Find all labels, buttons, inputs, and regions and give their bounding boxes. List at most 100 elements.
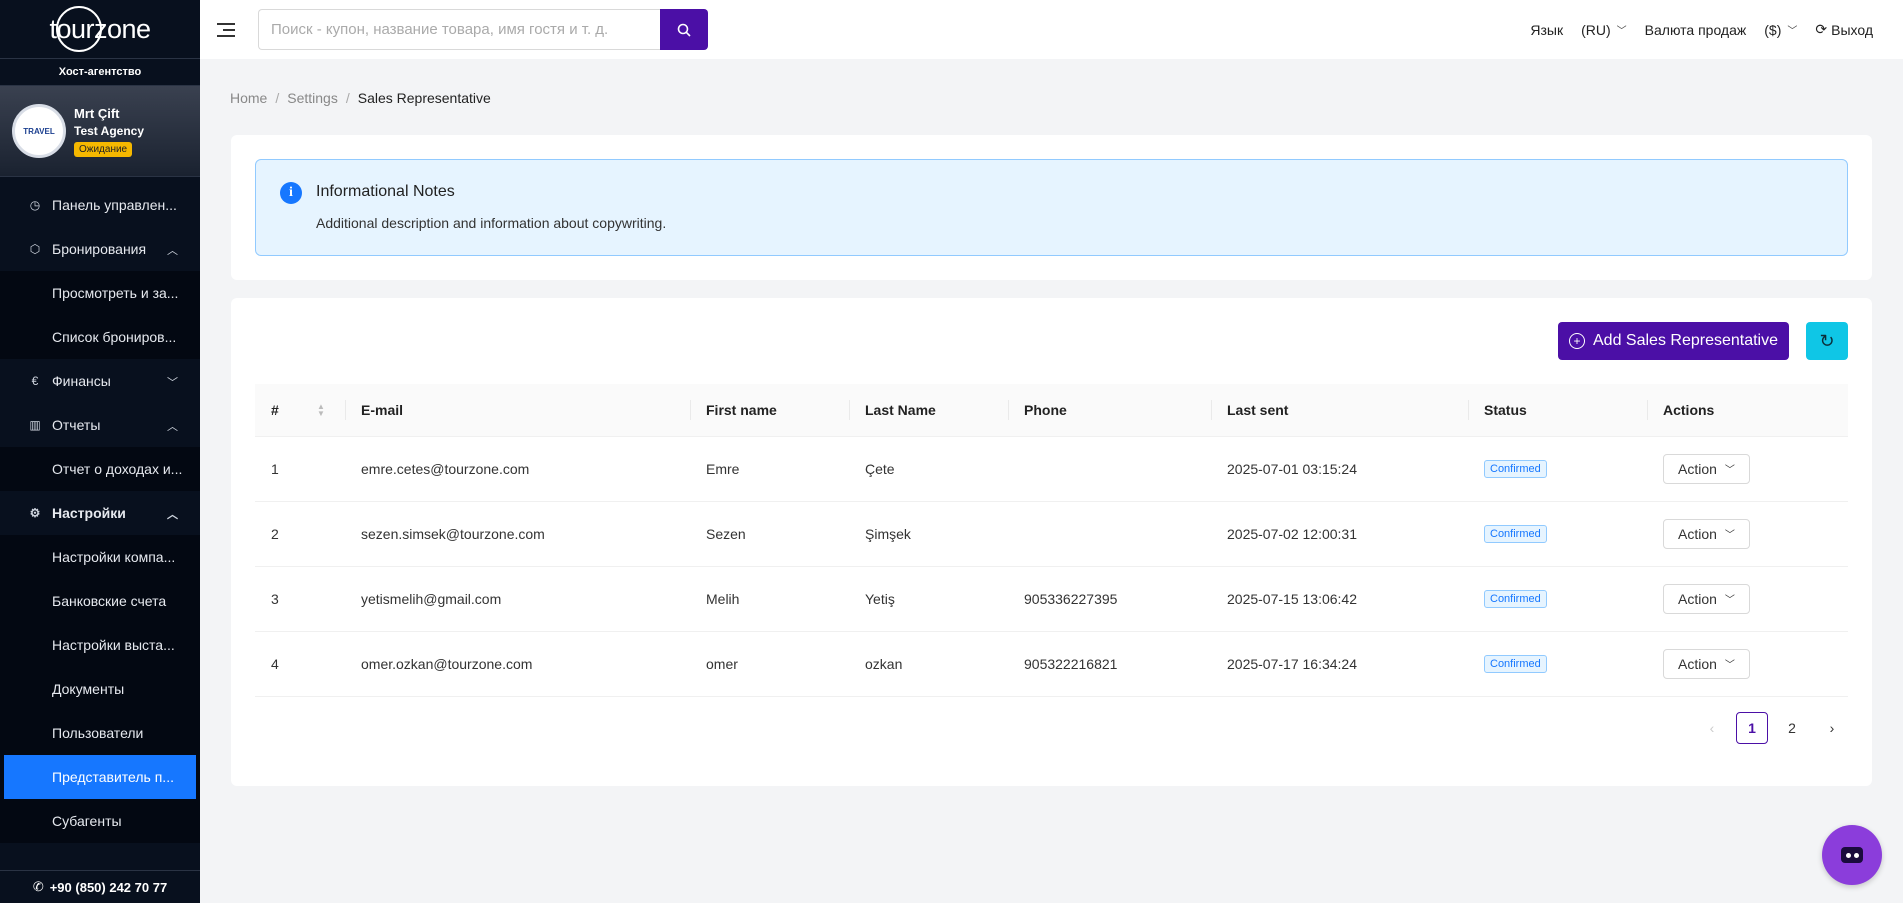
sidebar-item-finance[interactable]: € Финансы ﹀ [0, 359, 200, 403]
sidebar-item-settings[interactable]: ⚙ Настройки ︿ [0, 491, 200, 535]
cell-last-name: Yetiş [849, 566, 1008, 632]
sales-representatives-card: + Add Sales Representative ↻ # ▲ ▼ E-mail … [231, 298, 1872, 786]
cell-email: yetismelih@gmail.com [345, 566, 690, 632]
sidebar-item-settings-company[interactable]: Настройки компа... [0, 535, 200, 579]
breadcrumb-home[interactable]: Home [230, 90, 267, 106]
pagination-next[interactable]: › [1816, 712, 1848, 744]
pagination-page-2[interactable]: 2 [1776, 712, 1808, 744]
cell-last-sent: 2025-07-02 12:00:31 [1211, 501, 1468, 567]
profile-card[interactable]: TRAVEL Mrt Çift Test Agency Ожидание [0, 86, 200, 177]
action-dropdown-button[interactable]: Action ﹀ [1663, 648, 1750, 679]
pagination: ‹ 1 2 › [1696, 712, 1848, 744]
cell-actions: Action ﹀ [1647, 631, 1848, 697]
currency-label: Валюта продаж [1644, 21, 1747, 38]
sidebar-item-sales-representative[interactable]: Представитель п... [4, 755, 196, 799]
avatar-text: TRAVEL [23, 126, 55, 136]
sidebar-item-bookings-view[interactable]: Просмотреть и за... [0, 271, 200, 315]
breadcrumb: Home / Settings / Sales Representative [230, 90, 491, 106]
column-header-status: Status [1468, 384, 1647, 437]
table-header-row: # ▲ ▼ E-mail First name Last Name Phone La… [255, 384, 1848, 437]
cell-phone [1008, 501, 1211, 567]
bookings-submenu: Просмотреть и за... Список брониров... [0, 271, 200, 359]
chevron-left-icon: ‹ [1709, 720, 1715, 736]
cell-email: emre.cetes@tourzone.com [345, 436, 690, 502]
column-header-last-sent: Last sent [1211, 384, 1468, 437]
cell-actions: Action ﹀ [1647, 501, 1848, 567]
cell-actions: Action ﹀ [1647, 566, 1848, 632]
language-label: Язык [1530, 21, 1564, 38]
chevron-up-icon: ︿ [167, 509, 178, 521]
chevron-down-icon: ﹀ [1724, 465, 1735, 476]
cell-status: Confirmed [1468, 631, 1647, 697]
logout-label: Выход [1831, 21, 1873, 38]
sidebar: tourzone Хост-агентство TRAVEL Mrt Çift … [0, 0, 200, 903]
search-button[interactable] [660, 9, 708, 50]
chevron-down-icon: ﹀ [1724, 530, 1735, 541]
sidebar-item-reports[interactable]: ▥ Отчеты ︿ [0, 403, 200, 447]
logo[interactable]: tourzone [0, 0, 200, 59]
action-label: Action [1678, 590, 1717, 607]
header-label: # [271, 401, 279, 418]
gear-icon: ⚙ [29, 506, 41, 520]
chevron-right-icon: › [1829, 720, 1835, 736]
chevron-up-icon: ︿ [167, 245, 178, 257]
chatbot-icon [1841, 847, 1863, 863]
currency-label-wrap: Валюта продаж [1645, 22, 1747, 38]
header-label: Status [1484, 401, 1527, 418]
cell-first-name: omer [690, 631, 849, 697]
sidebar-item-reports-income[interactable]: Отчет о доходах и... [0, 447, 200, 491]
chevron-up-icon: ︿ [167, 421, 178, 433]
sidebar-item-settings-documents[interactable]: Документы [0, 667, 200, 711]
header-label: Phone [1024, 401, 1067, 418]
cell-email: sezen.simsek@tourzone.com [345, 501, 690, 567]
pagination-prev[interactable]: ‹ [1696, 712, 1728, 744]
sidebar-item-label: Отчет о доходах и... [52, 461, 183, 477]
header-label: Actions [1663, 401, 1715, 418]
menu-collapse-icon[interactable] [217, 22, 235, 37]
refresh-button[interactable]: ↻ [1806, 322, 1848, 360]
sidebar-item-subagents[interactable]: Субагенты [0, 799, 200, 843]
cell-phone [1008, 436, 1211, 502]
bar-chart-icon: ▥ [29, 418, 41, 432]
table-row: 4 omer.ozkan@tourzone.com omer ozkan 905… [255, 631, 1848, 697]
sidebar-item-bookings-list[interactable]: Список брониров... [0, 315, 200, 359]
chevron-down-icon: ﹀ [1787, 26, 1798, 37]
sidebar-item-label: Банковские счета [52, 593, 167, 609]
column-header-index[interactable]: # ▲ ▼ [255, 384, 345, 437]
support-phone-number: +90 (850) 242 70 77 [49, 879, 168, 895]
column-header-actions: Actions [1647, 384, 1848, 437]
table-row: 2 sezen.simsek@tourzone.com Sezen Şimşek… [255, 501, 1848, 567]
pagination-page-1[interactable]: 1 [1736, 712, 1768, 744]
column-header-phone: Phone [1008, 384, 1211, 437]
sidebar-item-label: Настройки компа... [52, 549, 176, 565]
language-select[interactable]: (RU) ﹀ [1581, 22, 1627, 38]
header-label: First name [706, 401, 777, 418]
action-dropdown-button[interactable]: Action ﹀ [1663, 518, 1750, 549]
sort-icon[interactable]: ▲ ▼ [317, 403, 325, 418]
plus-circle-icon: + [1569, 333, 1585, 349]
sidebar-item-label: Панель управлен... [52, 197, 177, 213]
add-sales-representative-button[interactable]: + Add Sales Representative [1558, 322, 1789, 360]
action-dropdown-button[interactable]: Action ﹀ [1663, 583, 1750, 614]
search-input[interactable] [258, 9, 660, 50]
sidebar-item-label: Финансы [52, 373, 111, 389]
cell-last-name: Şimşek [849, 501, 1008, 567]
sidebar-item-dashboard[interactable]: ◷ Панель управлен... [0, 183, 200, 227]
euro-icon: € [31, 374, 39, 388]
logout-button[interactable]: ⟳ Выход [1815, 21, 1873, 38]
sidebar-item-settings-billing[interactable]: Настройки выста... [0, 623, 200, 667]
column-header-first-name: First name [690, 384, 849, 437]
column-header-email: E-mail [345, 384, 690, 437]
cell-index: 3 [255, 566, 345, 632]
cell-email: omer.ozkan@tourzone.com [345, 631, 690, 697]
sidebar-item-bookings[interactable]: ⬡ Бронирования ︿ [0, 227, 200, 271]
support-phone[interactable]: ✆ +90 (850) 242 70 77 [0, 870, 200, 903]
chat-assistant-button[interactable] [1822, 825, 1882, 885]
refresh-icon: ↻ [1819, 330, 1835, 351]
sidebar-item-settings-users[interactable]: Пользователи [0, 711, 200, 755]
action-dropdown-button[interactable]: Action ﹀ [1663, 453, 1750, 484]
sales-representatives-table: # ▲ ▼ E-mail First name Last Name Phone La… [255, 384, 1848, 697]
currency-select[interactable]: ($) ﹀ [1764, 22, 1797, 38]
sidebar-item-settings-bank[interactable]: Банковские счета [0, 579, 200, 623]
breadcrumb-settings[interactable]: Settings [287, 90, 338, 106]
